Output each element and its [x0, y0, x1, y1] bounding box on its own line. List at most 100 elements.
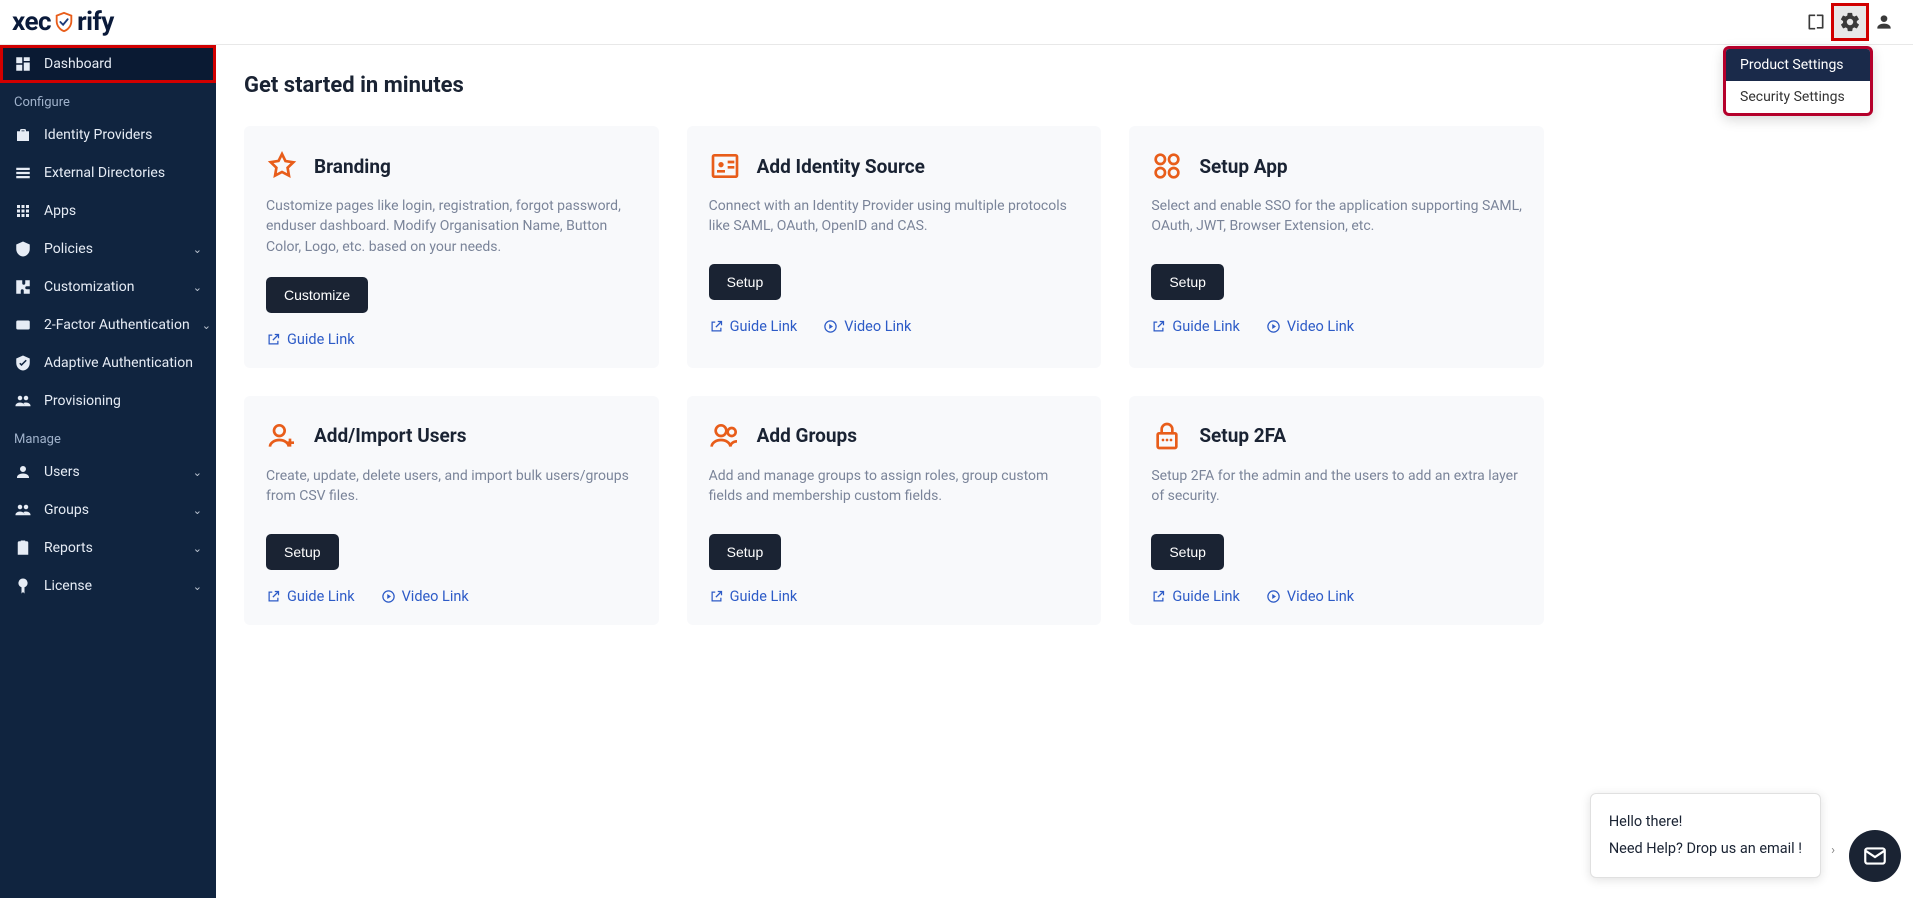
- customize-button[interactable]: Customize: [266, 277, 368, 313]
- sidebar-item-identity-providers[interactable]: Identity Providers: [0, 116, 216, 154]
- card-setup-app: Setup App Select and enable SSO for the …: [1129, 126, 1544, 368]
- play-icon: [1266, 319, 1281, 334]
- gear-icon: [1839, 11, 1861, 33]
- card-title: Setup App: [1199, 155, 1287, 178]
- sidebar-item-label: Groups: [44, 502, 89, 518]
- grid-icon: [14, 202, 32, 220]
- user-plus-icon: [266, 420, 298, 452]
- sidebar-item-label: Policies: [44, 241, 93, 257]
- setup-button[interactable]: Setup: [1151, 264, 1224, 300]
- sidebar-item-customization[interactable]: Customization ⌄: [0, 268, 216, 306]
- card-title: Add/Import Users: [314, 424, 466, 447]
- shield-check-icon: [14, 354, 32, 372]
- video-link[interactable]: Video Link: [1266, 318, 1354, 335]
- card-desc: Connect with an Identity Provider using …: [709, 196, 1080, 244]
- sidebar-item-license[interactable]: License ⌄: [0, 567, 216, 605]
- puzzle-icon: [14, 278, 32, 296]
- setup-button[interactable]: Setup: [709, 534, 782, 570]
- card-desc: Customize pages like login, registration…: [266, 196, 637, 257]
- open-icon: [709, 319, 724, 334]
- shield-check-icon: [53, 11, 75, 33]
- sidebar: Dashboard Configure Identity Providers E…: [0, 45, 216, 898]
- clipboard-icon: [14, 539, 32, 557]
- person-icon: [14, 463, 32, 481]
- card-desc: Select and enable SSO for the applicatio…: [1151, 196, 1522, 244]
- topbar: xec rify Product Settings Security Setti…: [0, 0, 1913, 45]
- sidebar-section-configure: Configure: [0, 83, 216, 116]
- play-icon: [823, 319, 838, 334]
- guide-link[interactable]: Guide Link: [266, 588, 355, 605]
- setup-button[interactable]: Setup: [709, 264, 782, 300]
- people-icon: [14, 501, 32, 519]
- guide-link[interactable]: Guide Link: [1151, 588, 1240, 605]
- card-branding: Branding Customize pages like login, reg…: [244, 126, 659, 368]
- card-title: Setup 2FA: [1199, 424, 1286, 447]
- sidebar-item-dashboard[interactable]: Dashboard: [0, 45, 216, 83]
- video-link[interactable]: Video Link: [823, 318, 911, 335]
- mail-icon: [1862, 843, 1888, 869]
- play-icon: [381, 589, 396, 604]
- main-content: Get started in minutes Branding Customiz…: [216, 45, 1913, 898]
- chat-line-2: Need Help? Drop us an email !: [1609, 835, 1802, 863]
- chevron-right-icon: ›: [1831, 843, 1835, 858]
- profile-button[interactable]: [1867, 5, 1901, 39]
- sidebar-section-manage: Manage: [0, 420, 216, 453]
- sidebar-item-groups[interactable]: Groups ⌄: [0, 491, 216, 529]
- chevron-down-icon: ⌄: [193, 504, 202, 517]
- chat-popup: Hello there! Need Help? Drop us an email…: [1590, 793, 1821, 878]
- briefcase-icon: [14, 126, 32, 144]
- chevron-down-icon: ⌄: [193, 281, 202, 294]
- sidebar-item-label: External Directories: [44, 165, 165, 181]
- docs-button[interactable]: [1799, 5, 1833, 39]
- sidebar-item-label: Users: [44, 464, 80, 480]
- setup-button[interactable]: Setup: [266, 534, 339, 570]
- menu-item-security-settings[interactable]: Security Settings: [1726, 81, 1870, 113]
- list-icon: [14, 164, 32, 182]
- person-icon: [1874, 12, 1894, 32]
- license-icon: [14, 577, 32, 595]
- card-add-users: Add/Import Users Create, update, delete …: [244, 396, 659, 625]
- sidebar-item-apps[interactable]: Apps: [0, 192, 216, 230]
- menu-item-product-settings[interactable]: Product Settings: [1726, 49, 1870, 81]
- card-title: Add Groups: [757, 424, 857, 447]
- video-link[interactable]: Video Link: [381, 588, 469, 605]
- settings-button[interactable]: [1833, 5, 1867, 39]
- sidebar-item-label: Reports: [44, 540, 93, 556]
- pin-icon: [14, 316, 32, 334]
- sidebar-item-external-directories[interactable]: External Directories: [0, 154, 216, 192]
- video-link[interactable]: Video Link: [1266, 588, 1354, 605]
- chat-fab-button[interactable]: [1849, 830, 1901, 882]
- sidebar-item-policies[interactable]: Policies ⌄: [0, 230, 216, 268]
- guide-link[interactable]: Guide Link: [709, 318, 798, 335]
- sidebar-item-2fa[interactable]: 2-Factor Authentication ⌄: [0, 306, 216, 344]
- settings-dropdown: Product Settings Security Settings: [1723, 46, 1873, 116]
- sidebar-item-adaptive-auth[interactable]: Adaptive Authentication: [0, 344, 216, 382]
- brand-text-2: rify: [77, 7, 114, 37]
- brand-text-1: xec: [12, 7, 51, 37]
- sidebar-item-label: Apps: [44, 203, 76, 219]
- card-identity-source: Add Identity Source Connect with an Iden…: [687, 126, 1102, 368]
- setup-button[interactable]: Setup: [1151, 534, 1224, 570]
- card-setup-2fa: Setup 2FA Setup 2FA for the admin and th…: [1129, 396, 1544, 625]
- sidebar-item-provisioning[interactable]: Provisioning: [0, 382, 216, 420]
- card-grid: Branding Customize pages like login, reg…: [244, 126, 1544, 625]
- card-title: Add Identity Source: [757, 155, 925, 178]
- sidebar-item-label: 2-Factor Authentication: [44, 317, 190, 333]
- open-icon: [709, 589, 724, 604]
- chevron-down-icon: ⌄: [193, 466, 202, 479]
- id-card-icon: [709, 150, 741, 182]
- card-add-groups: Add Groups Add and manage groups to assi…: [687, 396, 1102, 625]
- guide-link[interactable]: Guide Link: [1151, 318, 1240, 335]
- sidebar-item-reports[interactable]: Reports ⌄: [0, 529, 216, 567]
- guide-link[interactable]: Guide Link: [266, 331, 355, 348]
- chevron-down-icon: ⌄: [193, 542, 202, 555]
- apps-icon: [1151, 150, 1183, 182]
- open-icon: [266, 589, 281, 604]
- card-desc: Setup 2FA for the admin and the users to…: [1151, 466, 1522, 514]
- sidebar-item-users[interactable]: Users ⌄: [0, 453, 216, 491]
- open-icon: [266, 332, 281, 347]
- card-desc: Add and manage groups to assign roles, g…: [709, 466, 1080, 514]
- guide-link[interactable]: Guide Link: [709, 588, 798, 605]
- chevron-down-icon: ⌄: [193, 243, 202, 256]
- play-icon: [1266, 589, 1281, 604]
